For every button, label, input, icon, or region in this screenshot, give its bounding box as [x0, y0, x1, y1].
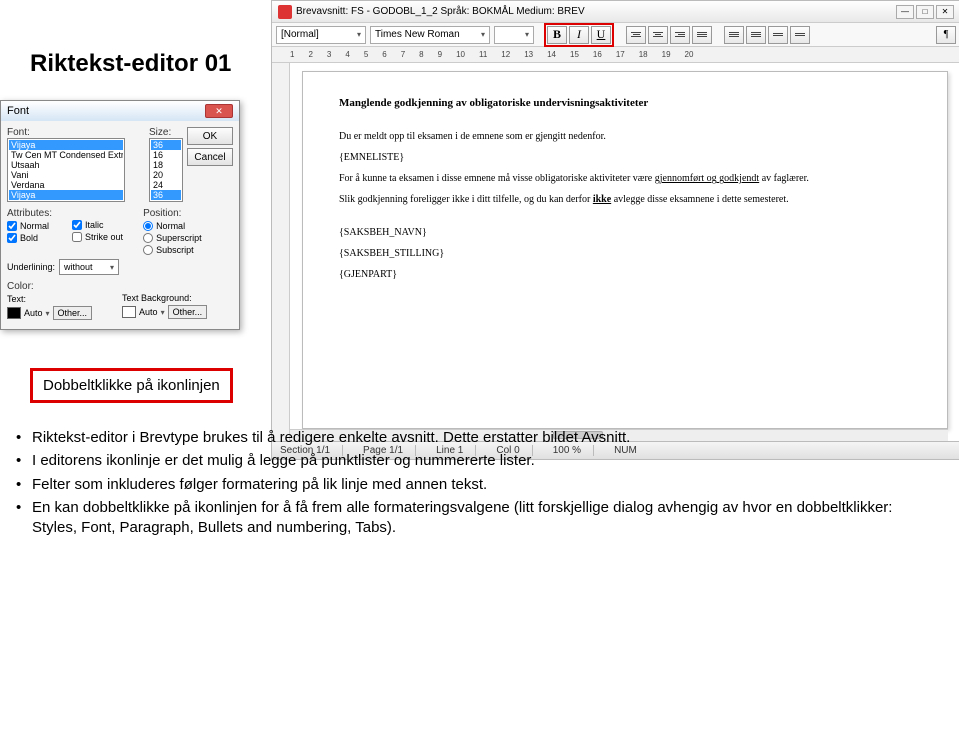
font-label: Font:: [7, 127, 145, 138]
bullet-list-button[interactable]: [746, 26, 766, 44]
bullet-list: Riktekst-editor i Brevtype brukes til å …: [10, 428, 919, 541]
doc-p6: {SAKSBEH_STILLING}: [339, 247, 911, 260]
list-item[interactable]: 20: [151, 170, 181, 180]
list-item[interactable]: 18: [151, 160, 181, 170]
position-super-radio[interactable]: Superscript: [143, 233, 202, 243]
strikeout-checkbox[interactable]: Strike out: [72, 232, 123, 242]
bg-color-swatch[interactable]: [122, 306, 136, 318]
list-item[interactable]: 16: [151, 150, 181, 160]
attributes-label: Attributes:: [7, 208, 52, 219]
size-label: Size:: [149, 127, 183, 138]
normal-checkbox[interactable]: Normal: [7, 221, 52, 231]
position-sub-radio[interactable]: Subscript: [143, 245, 202, 255]
ok-button[interactable]: OK: [187, 127, 233, 145]
callout-note: Dobbeltklikke på ikonlinjen: [30, 368, 233, 403]
font-dialog-titlebar: Font ✕: [1, 101, 239, 121]
font-select[interactable]: Times New Roman▾: [370, 26, 490, 44]
document-page[interactable]: Manglende godkjenning av obligatoriske u…: [302, 71, 948, 429]
slide-title: Riktekst-editor 01: [30, 50, 231, 78]
text-color-swatch[interactable]: [7, 307, 21, 319]
list-item[interactable]: Utsaah: [9, 160, 123, 170]
italic-checkbox[interactable]: Italic: [72, 220, 123, 230]
editor-titlebar: Brevavsnitt: FS - GODOBL_1_2 Språk: BOKM…: [272, 1, 959, 23]
dialog-close-button[interactable]: ✕: [205, 104, 233, 118]
list-item[interactable]: 36: [151, 140, 181, 150]
doc-p2: {EMNELISTE}: [339, 151, 911, 164]
size-listbox[interactable]: 36 16 18 20 24 36: [149, 138, 183, 202]
doc-p1: Du er meldt opp til eksamen i de emnene …: [339, 130, 911, 143]
doc-heading: Manglende godkjenning av obligatoriske u…: [339, 96, 911, 110]
horizontal-ruler[interactable]: 1234567891011121314151617181920: [272, 47, 959, 63]
position-label: Position:: [143, 208, 202, 219]
close-button[interactable]: ✕: [936, 5, 954, 19]
underlining-label: Underlining:: [7, 262, 55, 272]
color-label: Color:: [7, 281, 92, 292]
size-select[interactable]: ▾: [494, 26, 534, 44]
minimize-button[interactable]: —: [896, 5, 914, 19]
format-toolbar[interactable]: [Normal]▾ Times New Roman▾ ▾ B I U ¶: [272, 23, 959, 47]
bullet-item: I editorens ikonlinje er det mulig å leg…: [10, 451, 919, 471]
text-color-label: Text:: [7, 294, 92, 304]
doc-p5: {SAKSBEH_NAVN}: [339, 226, 911, 239]
font-dialog-title: Font: [7, 105, 29, 117]
doc-p7: {GJENPART}: [339, 268, 911, 281]
list-item[interactable]: 36: [151, 190, 181, 200]
bullet-item: En kan dobbeltklikke på ikonlinjen for å…: [10, 498, 919, 539]
align-left-button[interactable]: [626, 26, 646, 44]
underlining-select[interactable]: without▾: [59, 259, 119, 275]
pilcrow-button[interactable]: ¶: [936, 26, 956, 44]
bullet-item: Riktekst-editor i Brevtype brukes til å …: [10, 428, 919, 448]
text-style-group: B I U: [544, 23, 614, 47]
bg-color-label: Text Background:: [122, 293, 207, 303]
numbered-list-button[interactable]: [724, 26, 744, 44]
window-title: Brevavsnitt: FS - GODOBL_1_2 Språk: BOKM…: [296, 6, 585, 17]
list-item[interactable]: Vijaya: [9, 140, 123, 150]
underline-button[interactable]: U: [591, 26, 611, 44]
font-listbox[interactable]: Vijaya Tw Cen MT Condensed Extra Bold Ut…: [7, 138, 125, 202]
bold-checkbox[interactable]: Bold: [7, 233, 52, 243]
list-group: [724, 26, 810, 44]
indent-button[interactable]: [790, 26, 810, 44]
list-item[interactable]: Vani: [9, 170, 123, 180]
list-item[interactable]: Tw Cen MT Condensed Extra Bold: [9, 150, 123, 160]
cancel-button[interactable]: Cancel: [187, 148, 233, 166]
editor-window: Brevavsnitt: FS - GODOBL_1_2 Språk: BOKM…: [271, 0, 959, 460]
align-center-button[interactable]: [648, 26, 668, 44]
bullet-item: Felter som inkluderes følger formatering…: [10, 475, 919, 495]
align-right-button[interactable]: [670, 26, 690, 44]
maximize-button[interactable]: □: [916, 5, 934, 19]
list-item[interactable]: 24: [151, 180, 181, 190]
app-icon: [278, 5, 292, 19]
italic-button[interactable]: I: [569, 26, 589, 44]
vertical-ruler[interactable]: [272, 63, 290, 441]
align-group: [626, 26, 712, 44]
text-color-other[interactable]: Other...: [53, 306, 93, 320]
doc-p3: For å kunne ta eksamen i disse emnene må…: [339, 172, 911, 185]
style-select[interactable]: [Normal]▾: [276, 26, 366, 44]
outdent-button[interactable]: [768, 26, 788, 44]
list-item[interactable]: Verdana: [9, 180, 123, 190]
align-justify-button[interactable]: [692, 26, 712, 44]
position-normal-radio[interactable]: Normal: [143, 221, 202, 231]
doc-p4: Slik godkjenning foreligger ikke i ditt …: [339, 193, 911, 206]
list-item[interactable]: Vijaya: [9, 190, 123, 200]
font-dialog: Font ✕ Font: Vijaya Tw Cen MT Condensed …: [0, 100, 240, 330]
bg-color-other[interactable]: Other...: [168, 305, 208, 319]
bold-button[interactable]: B: [547, 26, 567, 44]
